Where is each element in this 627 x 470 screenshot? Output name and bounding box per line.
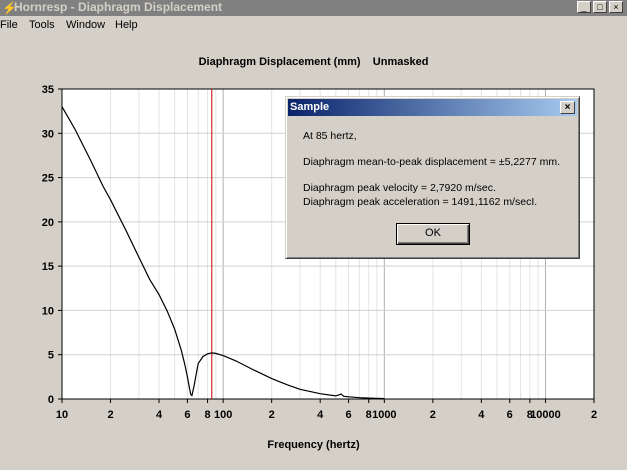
y-tick-label: 0 — [48, 394, 54, 406]
dialog-close-button[interactable]: × — [560, 101, 575, 114]
x-tick-label: 4 — [478, 409, 485, 421]
x-tick-label: 2 — [107, 409, 113, 421]
dialog-acceleration-line: Diaphragm peak acceleration = 1491,1162 … — [303, 196, 538, 208]
y-tick-label: 15 — [42, 261, 54, 273]
x-tick-label: 4 — [317, 409, 324, 421]
x-tick-label: 10 — [56, 409, 68, 421]
ok-button[interactable]: OK — [396, 223, 470, 245]
dialog-velocity-line: Diaphragm peak velocity = 2,7920 m/sec. — [303, 182, 496, 194]
dialog-displacement-line: Diaphragm mean-to-peak displacement = ±5… — [303, 156, 561, 168]
x-tick-label: 10000 — [530, 409, 561, 421]
sample-dialog: Sample × At 85 hertz, Diaphragm mean-to-… — [285, 96, 580, 259]
y-tick-label: 5 — [48, 350, 54, 362]
x-tick-label: 8 — [366, 409, 372, 421]
x-tick-label: 2 — [591, 409, 597, 421]
x-tick-label: 6 — [507, 409, 513, 421]
x-tick-label: 4 — [156, 409, 163, 421]
x-tick-label: 1000 — [372, 409, 396, 421]
y-tick-label: 20 — [42, 217, 54, 229]
dialog-title-bar: Sample × — [288, 99, 577, 116]
x-tick-label: 2 — [430, 409, 436, 421]
x-tick-label: 8 — [204, 409, 210, 421]
x-axis-label: Frequency (hertz) — [267, 439, 360, 451]
y-tick-label: 25 — [42, 173, 54, 185]
y-tick-label: 30 — [42, 128, 54, 140]
x-tick-label: 6 — [184, 409, 190, 421]
y-tick-label: 35 — [42, 84, 54, 96]
x-tick-label: 100 — [214, 409, 232, 421]
x-tick-label: 2 — [269, 409, 275, 421]
y-tick-label: 10 — [42, 305, 54, 317]
dialog-frequency-line: At 85 hertz, — [303, 130, 357, 142]
dialog-title: Sample — [290, 101, 330, 113]
x-tick-label: 6 — [346, 409, 352, 421]
